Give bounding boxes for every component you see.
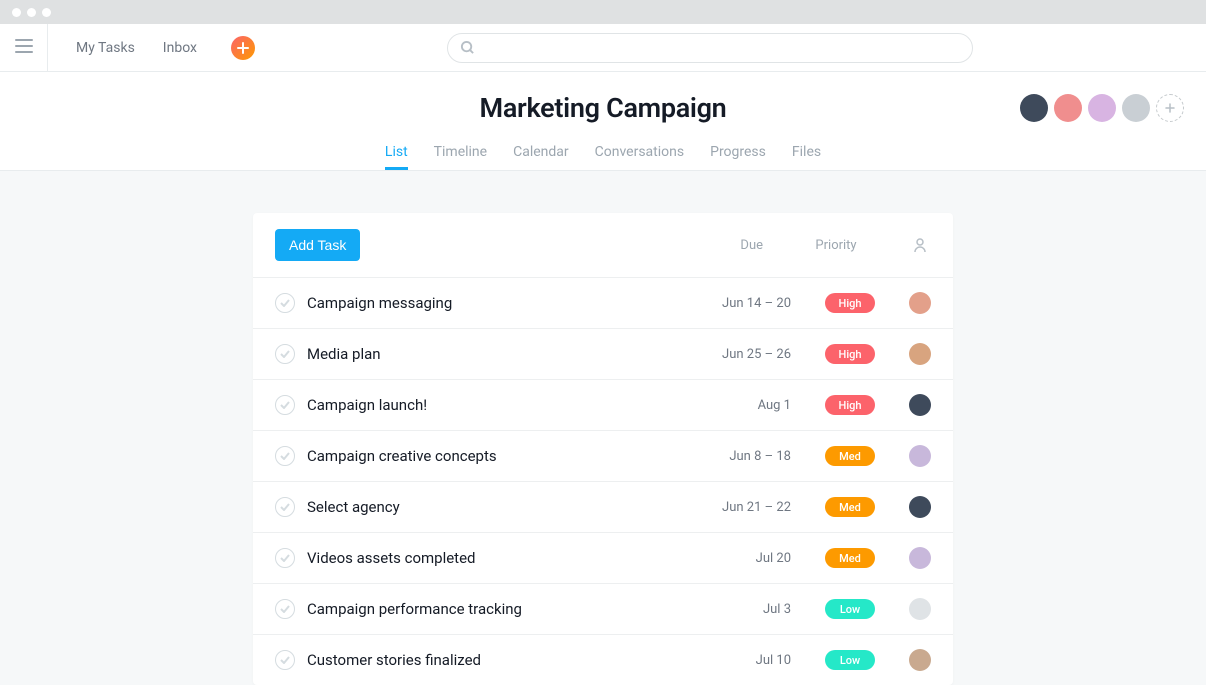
task-assignee[interactable] [909,394,931,416]
member-avatar[interactable] [1054,94,1082,122]
priority-badge: Low [825,650,875,670]
traffic-light-minimize[interactable] [27,8,36,17]
nav-inbox[interactable]: Inbox [163,40,197,56]
assignee-avatar[interactable] [909,445,931,467]
search-input[interactable] [447,33,973,63]
task-row[interactable]: Campaign launch!Aug 1 High [253,380,953,431]
complete-check-icon[interactable] [275,395,295,415]
task-due: Jul 3 [705,602,791,617]
assignee-avatar[interactable] [909,394,931,416]
assignee-avatar[interactable] [909,292,931,314]
assignee-avatar[interactable] [909,547,931,569]
member-avatar[interactable] [1088,94,1116,122]
project-tabs: List Timeline Calendar Conversations Progres… [0,144,1206,170]
complete-check-icon[interactable] [275,650,295,670]
window-titlebar [0,0,1206,24]
task-name[interactable]: Media plan [307,345,705,363]
priority-badge: High [825,395,875,415]
task-name[interactable]: Customer stories finalized [307,651,705,669]
complete-check-icon[interactable] [275,548,295,568]
task-row[interactable]: Videos assets completedJul 20 Med [253,533,953,584]
add-member-button[interactable] [1156,94,1184,122]
task-due: Jun 25 – 26 [705,347,791,362]
assignee-avatar[interactable] [909,496,931,518]
task-assignee[interactable] [909,547,931,569]
task-row[interactable]: Campaign performance trackingJul 3 Low [253,584,953,635]
create-button[interactable] [231,36,255,60]
project-members [1020,94,1184,122]
task-due: Aug 1 [705,398,791,413]
task-row[interactable]: Campaign messagingJun 14 – 20 High [253,278,953,329]
task-name[interactable]: Campaign creative concepts [307,447,705,465]
priority-badge: Med [825,497,875,517]
complete-check-icon[interactable] [275,599,295,619]
search-field[interactable] [483,40,972,55]
priority-badge: High [825,293,875,313]
complete-check-icon[interactable] [275,344,295,364]
assignee-avatar[interactable] [909,598,931,620]
traffic-light-close[interactable] [12,8,21,17]
assignee-avatar[interactable] [909,343,931,365]
task-row[interactable]: Campaign creative conceptsJun 8 – 18 Med [253,431,953,482]
traffic-light-zoom[interactable] [42,8,51,17]
priority-badge: Med [825,548,875,568]
panel-header: Add Task Due Priority [253,213,953,278]
task-assignee[interactable] [909,292,931,314]
nav-my-tasks[interactable]: My Tasks [76,40,135,56]
task-panel: Add Task Due Priority Campaign messaging… [253,213,953,685]
priority-badge: Low [825,599,875,619]
menu-icon[interactable] [15,38,33,57]
task-name[interactable]: Campaign performance tracking [307,600,705,618]
task-due: Jul 20 [705,551,791,566]
task-due: Jun 21 – 22 [705,500,791,515]
task-row[interactable]: Media planJun 25 – 26 High [253,329,953,380]
task-due: Jun 8 – 18 [705,449,791,464]
task-row[interactable]: Select agencyJun 21 – 22 Med [253,482,953,533]
tab-list[interactable]: List [385,144,408,170]
tasks-list: Campaign messagingJun 14 – 20HighMedia p… [253,278,953,685]
task-assignee[interactable] [909,445,931,467]
top-bar: My Tasks Inbox [0,24,1206,72]
content-area: Add Task Due Priority Campaign messaging… [0,171,1206,685]
task-assignee[interactable] [909,496,931,518]
project-header: Marketing Campaign ListTimelineCalendarC… [0,72,1206,171]
complete-check-icon[interactable] [275,293,295,313]
task-name[interactable]: Videos assets completed [307,549,705,567]
task-assignee[interactable] [909,343,931,365]
task-row[interactable]: Customer stories finalizedJul 10 Low [253,635,953,685]
task-name[interactable]: Campaign launch! [307,396,705,414]
tab-files[interactable]: Files [792,144,821,170]
task-name[interactable]: Campaign messaging [307,294,705,312]
search-icon [460,40,475,55]
task-assignee[interactable] [909,598,931,620]
task-assignee[interactable] [909,649,931,671]
task-due: Jul 10 [705,653,791,668]
member-avatar[interactable] [1020,94,1048,122]
complete-check-icon[interactable] [275,446,295,466]
member-avatar[interactable] [1122,94,1150,122]
tab-timeline[interactable]: Timeline [434,144,487,170]
add-task-button[interactable]: Add Task [275,229,360,261]
tab-calendar[interactable]: Calendar [513,144,569,170]
priority-badge: Med [825,446,875,466]
task-due: Jun 14 – 20 [705,296,791,311]
priority-badge: High [825,344,875,364]
assignee-avatar[interactable] [909,649,931,671]
tab-progress[interactable]: Progress [710,144,766,170]
column-header-assignee-icon [909,237,931,253]
column-header-priority: Priority [811,238,861,253]
tab-conversations[interactable]: Conversations [595,144,684,170]
complete-check-icon[interactable] [275,497,295,517]
column-header-due: Due [693,238,763,253]
task-name[interactable]: Select agency [307,498,705,516]
